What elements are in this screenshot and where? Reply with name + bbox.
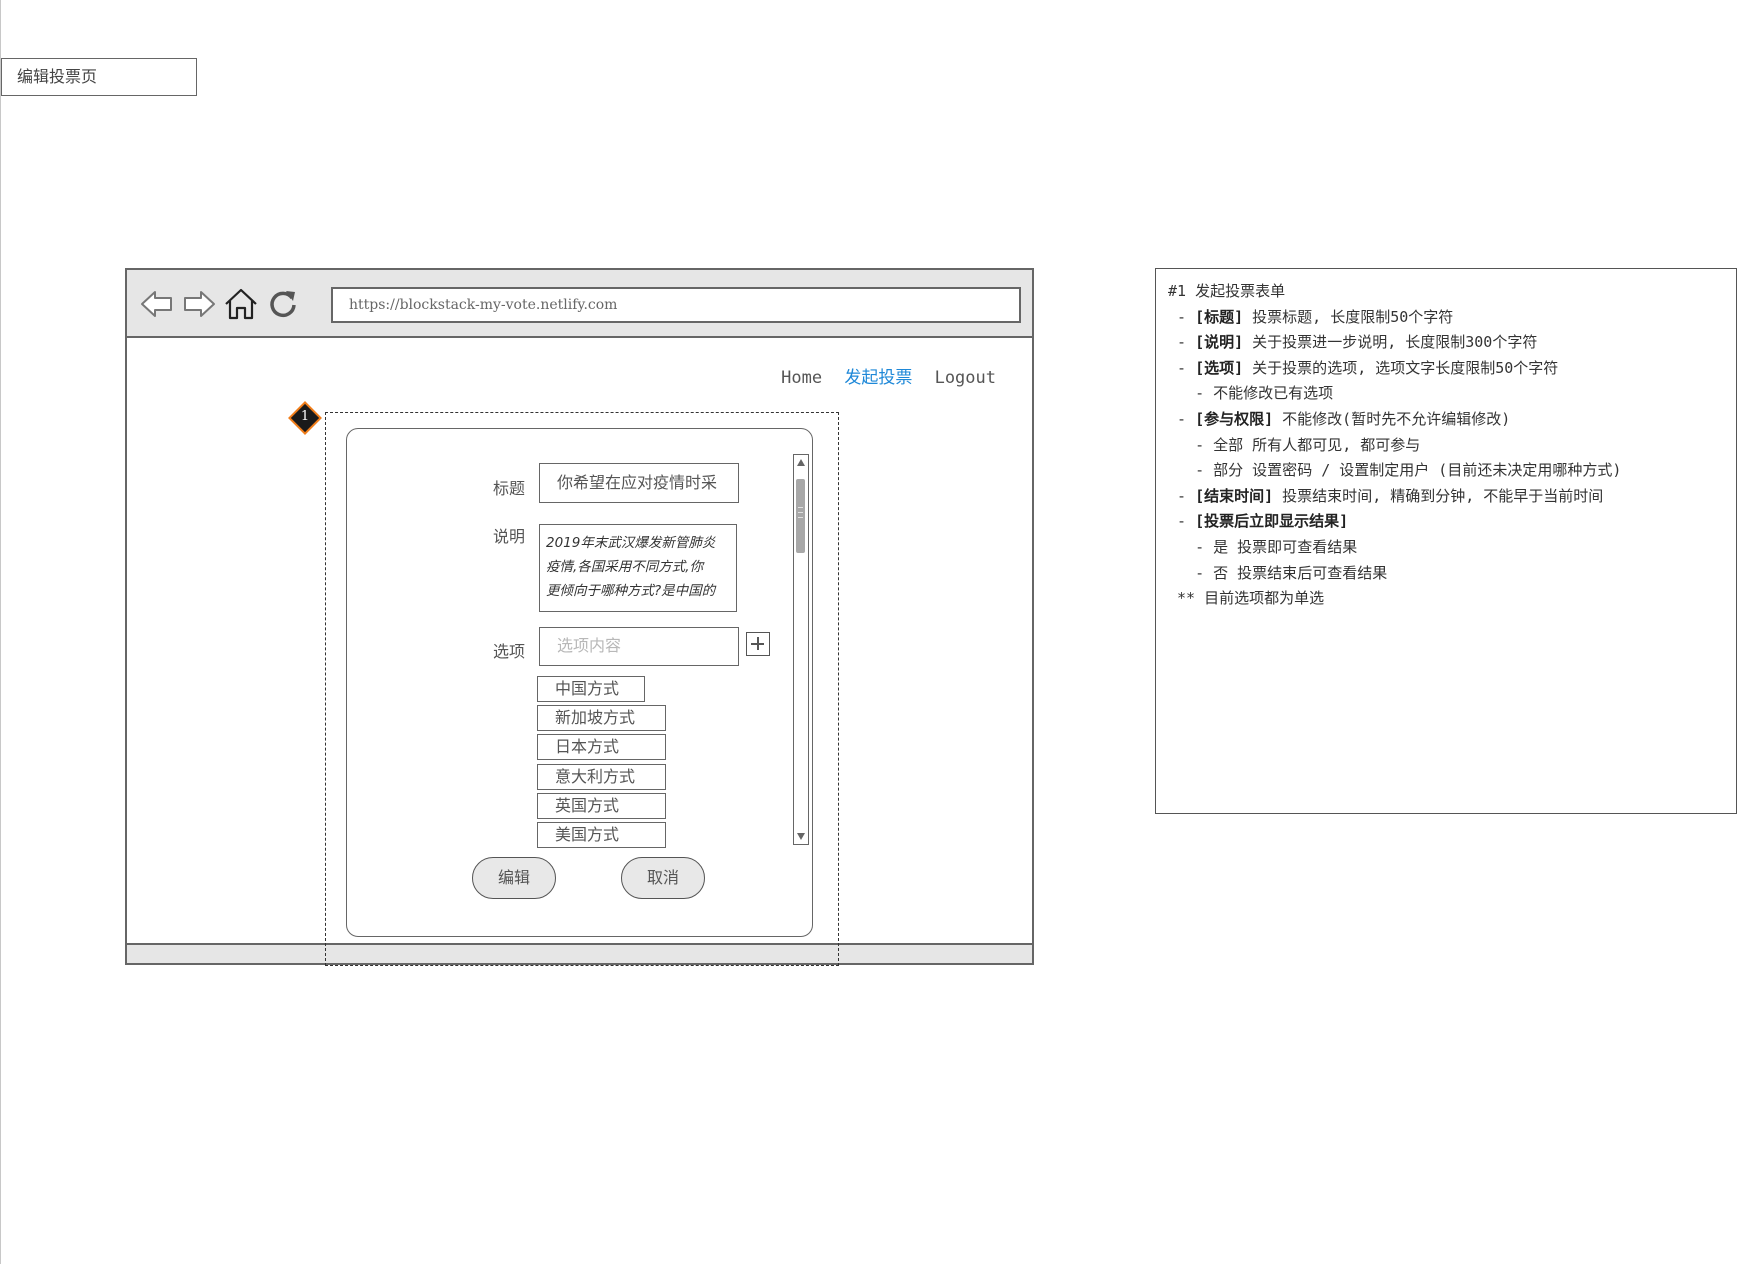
notes-line-text: ** 目前选项都为单选 (1168, 589, 1325, 608)
form-scrollbar[interactable] (793, 454, 809, 845)
nav-logout-link[interactable]: Logout (935, 368, 996, 388)
notes-line: - [说明] 关于投票进一步说明, 长度限制300个字符 (1168, 330, 1726, 356)
title-label: 标题 (493, 479, 526, 498)
description-line: 2019年末武汉爆发新管肺炎 (546, 535, 716, 551)
notes-line-prefix: - (1168, 333, 1196, 352)
notes-line-key: [投票后立即显示结果] (1195, 512, 1349, 531)
description-line: 更倾向于哪种方式?是中国的 (546, 583, 716, 599)
url-bar[interactable]: https://blockstack-my-vote.netlify.com (331, 287, 1021, 323)
nav-home-link[interactable]: Home (781, 368, 822, 388)
scroll-thumb[interactable] (796, 479, 805, 553)
back-arrow-icon[interactable] (139, 288, 175, 320)
home-icon[interactable] (223, 288, 259, 320)
notes-line: - [投票后立即显示结果] (1168, 509, 1726, 535)
notes-line-text: 不能修改已有选项 (1213, 384, 1334, 403)
option-item[interactable]: 美国方式 (537, 822, 666, 848)
cancel-button[interactable]: 取消 (621, 857, 705, 899)
notes-line: - [标题] 投票标题, 长度限制50个字符 (1168, 305, 1726, 331)
option-item[interactable]: 日本方式 (537, 734, 666, 760)
notes-line: - [结束时间] 投票结束时间, 精确到分钟, 不能早于当前时间 (1168, 484, 1726, 510)
annotation-marker-number: 1 (300, 409, 310, 424)
notes-line: - 不能修改已有选项 (1168, 381, 1726, 407)
notes-line-prefix: - (1168, 307, 1196, 326)
scroll-up-arrow-icon[interactable] (797, 459, 805, 466)
notes-line-text: 关于投票进一步说明, 长度限制300个字符 (1243, 333, 1538, 352)
notes-line-text: 投票结束时间, 精确到分钟, 不能早于当前时间 (1273, 486, 1604, 505)
notes-line-key: [说明] (1195, 333, 1244, 352)
add-option-button[interactable] (746, 632, 770, 656)
option-item[interactable]: 新加坡方式 (537, 705, 666, 731)
forward-arrow-icon[interactable] (181, 288, 217, 320)
description-line: 疫情,各国采用不同方式,你 (546, 559, 704, 575)
notes-line-prefix: - (1168, 512, 1196, 531)
notes-line: - 部分 设置密码 / 设置制定用户 (目前还未决定用哪种方式) (1168, 458, 1726, 484)
notes-line-key: [选项] (1195, 358, 1244, 377)
notes-line-text: 不能修改(暂时先不允许编辑修改) (1273, 409, 1511, 428)
notes-line: - 是 投票即可查看结果 (1168, 535, 1726, 561)
notes-line-prefix: - (1168, 358, 1196, 377)
notes-line-prefix: - (1168, 461, 1214, 480)
option-input[interactable]: 选项内容 (539, 627, 739, 666)
top-navigation: Home 发起投票 Logout (769, 363, 996, 388)
edit-button[interactable]: 编辑 (472, 857, 556, 899)
notes-line-text: 否 投票结束后可查看结果 (1213, 563, 1388, 582)
notes-line-key: [标题] (1195, 307, 1244, 326)
notes-line-key: [结束时间] (1195, 486, 1274, 505)
description-label: 说明 (493, 527, 526, 546)
notes-line-prefix: - (1168, 384, 1214, 403)
notes-line-key: [参与权限] (1195, 409, 1274, 428)
title-input[interactable]: 你希望在应对疫情时采 (539, 463, 739, 503)
notes-line: - 全部 所有人都可见, 都可参与 (1168, 433, 1726, 459)
canvas-left-edge (0, 0, 1, 1264)
scroll-down-arrow-icon[interactable] (797, 833, 805, 840)
page-label: 编辑投票页 (1, 58, 197, 96)
notes-line-text: 是 投票即可查看结果 (1213, 537, 1358, 556)
notes-heading: #1 发起投票表单 (1168, 282, 1286, 300)
description-textarea[interactable]: 2019年末武汉爆发新管肺炎 疫情,各国采用不同方式,你 更倾向于哪种方式?是中… (539, 524, 737, 612)
notes-line: - [选项] 关于投票的选项, 选项文字长度限制50个字符 (1168, 356, 1726, 382)
option-item[interactable]: 英国方式 (537, 793, 666, 819)
nav-start-vote-link[interactable]: 发起投票 (844, 368, 912, 388)
notes-line-prefix: - (1168, 486, 1196, 505)
annotation-marker: 1 (288, 401, 322, 435)
notes-line-text: 关于投票的选项, 选项文字长度限制50个字符 (1243, 358, 1559, 377)
option-item[interactable]: 中国方式 (537, 676, 645, 702)
notes-line: ** 目前选项都为单选 (1168, 586, 1726, 612)
notes-line-prefix: - (1168, 537, 1214, 556)
browser-toolbar: https://blockstack-my-vote.netlify.com (127, 270, 1032, 338)
options-label: 选项 (493, 642, 526, 661)
notes-line-text: 全部 所有人都可见, 都可参与 (1213, 435, 1421, 454)
notes-line-text: 投票标题, 长度限制50个字符 (1243, 307, 1454, 326)
annotation-notes-panel: #1 发起投票表单 - [标题] 投票标题, 长度限制50个字符 - [说明] … (1155, 268, 1737, 814)
notes-line-text: 部分 设置密码 / 设置制定用户 (目前还未决定用哪种方式) (1213, 461, 1622, 480)
notes-line: - [参与权限] 不能修改(暂时先不允许编辑修改) (1168, 407, 1726, 433)
notes-line-prefix: - (1168, 435, 1214, 454)
notes-line-prefix: - (1168, 563, 1214, 582)
option-item[interactable]: 意大利方式 (537, 764, 666, 790)
notes-line: - 否 投票结束后可查看结果 (1168, 561, 1726, 587)
refresh-icon[interactable] (265, 288, 301, 320)
notes-line-prefix: - (1168, 409, 1196, 428)
